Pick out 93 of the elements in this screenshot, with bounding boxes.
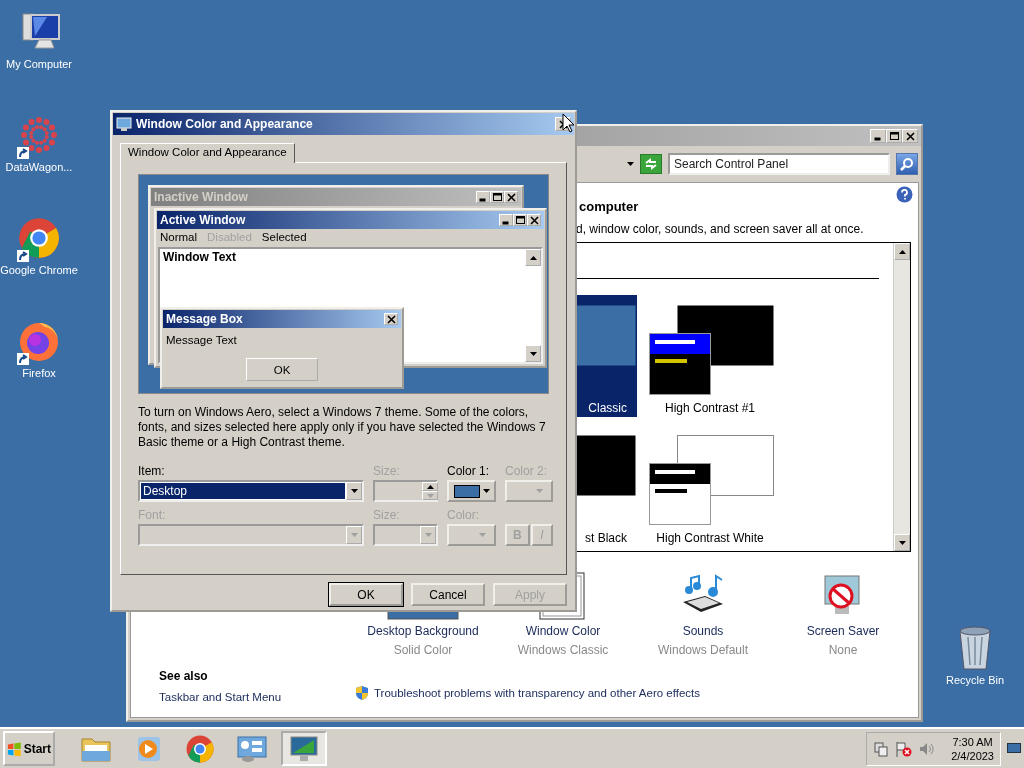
scroll-up-button[interactable] — [894, 243, 910, 260]
desktop-icon-label[interactable]: Recycle Bin — [945, 674, 1005, 686]
caret-icon — [350, 489, 358, 493]
minimize-button[interactable] — [499, 214, 513, 226]
network-icon[interactable] — [873, 740, 890, 757]
caret-icon — [426, 493, 434, 498]
chrome-icon — [185, 733, 215, 764]
dropdown[interactable]: Desktop — [138, 480, 364, 502]
setting-value: Windows Classic — [517, 643, 609, 657]
field-label: Item: — [138, 464, 166, 480]
caret-icon — [482, 489, 490, 493]
scroll-down-button[interactable] — [894, 534, 910, 551]
caret-icon — [478, 533, 486, 537]
message-text: Message Text — [165, 333, 238, 348]
window-text: Window Text — [162, 249, 237, 265]
taskbar-button[interactable] — [281, 731, 327, 766]
dialog-button[interactable]: OK — [329, 583, 403, 606]
caret-icon — [627, 162, 634, 166]
section-title: See also — [159, 669, 209, 683]
shield-icon — [355, 685, 369, 701]
menu-item[interactable]: Normal — [160, 231, 198, 243]
color-picker-button[interactable] — [447, 480, 496, 502]
clock-time[interactable]: 7:30 AM — [952, 735, 993, 748]
maximize-icon — [889, 131, 899, 141]
troubleshoot-link[interactable]: Troubleshoot problems with transparency and other Aero effects — [374, 687, 700, 699]
caret-icon — [424, 533, 432, 537]
setting-value: None — [828, 643, 858, 657]
search-icon — [900, 157, 914, 171]
dialog-button[interactable]: Cancel — [411, 583, 485, 606]
cursor-icon — [562, 113, 575, 133]
setting-value: Solid Color — [393, 643, 453, 657]
window-title: Window Color and Appearance — [136, 117, 314, 131]
windows-flag-icon — [7, 740, 22, 757]
close-icon — [529, 215, 539, 225]
close-button[interactable] — [504, 191, 518, 203]
scroll-up-button[interactable] — [525, 249, 541, 266]
info-text: To turn on Windows Aero, select a Windows 7 theme. Some of the colors, fonts, and sizes selected here apply only if you have selected the Windows 7 Basic theme or a High Contrast theme. — [138, 405, 547, 450]
setting-link[interactable]: Desktop Background — [367, 624, 479, 638]
clock-date[interactable]: 2/4/2023 — [951, 749, 994, 762]
search-field[interactable]: Search Control Panel — [668, 153, 890, 175]
desktop-icon-label[interactable]: Firefox — [22, 367, 56, 379]
desktop-icon-label[interactable]: DataWagon... — [5, 161, 73, 173]
tab[interactable]: Window Color and Appearance — [120, 143, 295, 163]
caret-icon — [350, 533, 358, 537]
maximize-button[interactable] — [490, 191, 504, 203]
close-button[interactable] — [527, 214, 541, 226]
window-title: Active Window — [160, 213, 247, 227]
window-title: Message Box — [166, 312, 244, 326]
display-settings-icon — [116, 116, 132, 132]
close-button[interactable] — [384, 313, 398, 325]
menu-item[interactable]: Selected — [261, 231, 307, 243]
page-heading: computer — [579, 199, 640, 214]
setting-link[interactable]: Sounds — [682, 624, 724, 638]
up-arrow-icon — [898, 249, 906, 254]
maximize-button[interactable] — [886, 129, 902, 143]
up-arrow-icon — [529, 255, 537, 260]
close-icon — [558, 119, 568, 129]
see-also-link[interactable]: Taskbar and Start Menu — [159, 691, 355, 703]
start-button[interactable]: Start — [3, 731, 55, 766]
close-button[interactable] — [902, 129, 918, 143]
minimize-button[interactable] — [476, 191, 490, 203]
desktop-icon-label[interactable]: Google Chrome — [0, 264, 78, 276]
refresh-button[interactable] — [640, 154, 662, 174]
theme-tile[interactable]: High Contrast #1 — [643, 295, 777, 417]
help-icon[interactable] — [896, 186, 913, 203]
control-panel-icon — [236, 734, 268, 763]
chrome-icon — [17, 216, 61, 260]
scroll-down-button[interactable] — [525, 345, 541, 362]
caret-icon — [898, 540, 906, 545]
monitor-icon — [288, 734, 320, 763]
ok-button[interactable]: OK — [246, 358, 318, 381]
search-button[interactable] — [896, 153, 918, 175]
field-label: Color 1: — [447, 464, 491, 480]
setting-value: Windows Default — [657, 643, 748, 657]
maximize-icon — [515, 215, 525, 225]
up-arrow-icon — [426, 484, 434, 489]
close-icon — [506, 192, 516, 202]
maximize-icon — [492, 192, 502, 202]
theme-tile[interactable]: High Contrast White — [643, 425, 777, 547]
show-desktop-icon[interactable] — [1007, 742, 1021, 755]
minimize-button[interactable] — [870, 129, 886, 143]
setting-link[interactable]: Screen Saver — [806, 624, 880, 638]
window-title: Inactive Window — [154, 190, 249, 204]
setting-link[interactable]: Window Color — [525, 624, 601, 638]
page-description: d, window color, sounds, and screen saver all at once. — [576, 222, 865, 236]
close-icon — [386, 314, 396, 324]
flag-error-icon[interactable] — [895, 740, 914, 757]
refresh-icon — [644, 158, 658, 170]
desktop-icon-label[interactable]: My Computer — [6, 58, 72, 70]
maximize-button[interactable] — [513, 214, 527, 226]
caret-icon — [536, 489, 543, 493]
close-icon — [905, 131, 915, 141]
caret-icon — [529, 351, 537, 356]
